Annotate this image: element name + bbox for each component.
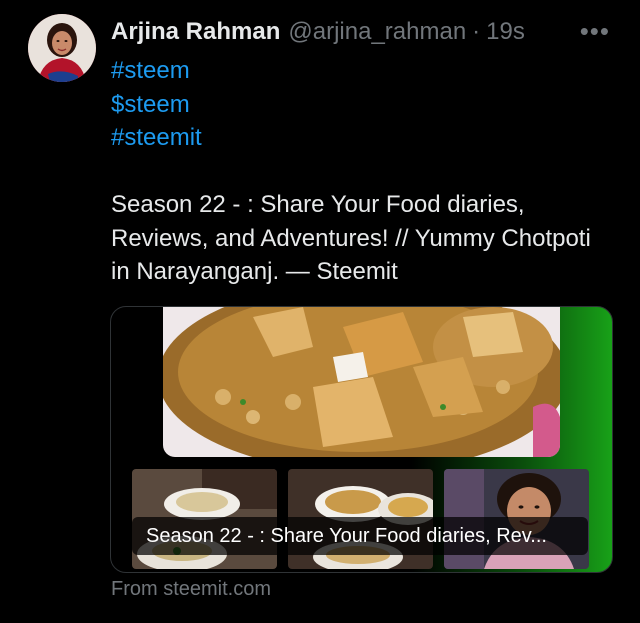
tweet-tags: #steem $steem #steemit <box>111 54 202 155</box>
card-caption: Season 22 - : Share Your Food diaries, R… <box>132 517 588 555</box>
tweet-text: Season 22 - : Share Your Food diaries, R… <box>111 191 591 285</box>
link-card[interactable]: Season 22 - : Share Your Food diaries, R… <box>110 306 613 573</box>
hashtag-link[interactable]: #steem <box>111 54 202 88</box>
card-main-image <box>163 307 560 457</box>
card-source-link[interactable]: From steemit.com <box>111 578 271 601</box>
author-name[interactable]: Arjina Rahman <box>111 18 280 46</box>
tweet-header: Arjina Rahman @arjina_rahman · 19s <box>111 16 640 48</box>
cashtag-link[interactable]: $steem <box>111 88 202 122</box>
hashtag-link[interactable]: #steemit <box>111 121 202 155</box>
separator-dot: · <box>472 18 481 45</box>
timestamp[interactable]: 19s <box>486 18 525 46</box>
more-options-icon[interactable]: ••• <box>580 16 610 46</box>
avatar[interactable] <box>28 14 96 82</box>
author-handle[interactable]: @arjina_rahman <box>288 18 466 46</box>
tweet[interactable]: Arjina Rahman @arjina_rahman · 19s ••• #… <box>0 0 640 623</box>
